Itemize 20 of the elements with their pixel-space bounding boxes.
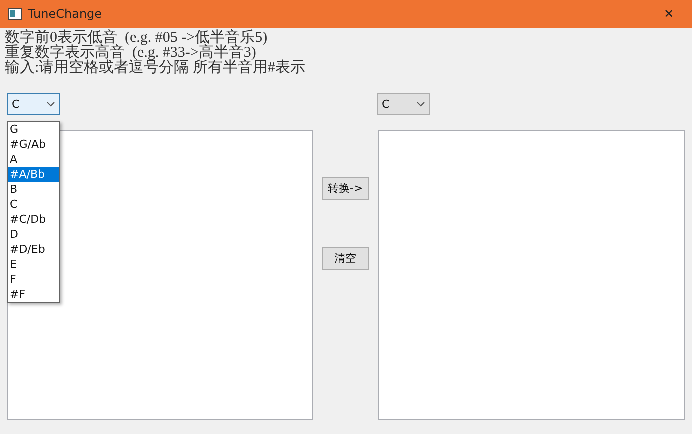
dropdown-option[interactable]: E [8,257,59,272]
close-button[interactable]: ✕ [654,0,684,28]
convert-button[interactable]: 转换-> [322,177,369,200]
dropdown-option[interactable]: F [8,272,59,287]
dropdown-option[interactable]: D [8,227,59,242]
dropdown-option[interactable]: #G/Ab [8,137,59,152]
window-title: TuneChange [28,7,104,21]
dropdown-option[interactable]: #A/Bb [8,167,59,182]
source-key-dropdown[interactable]: C [7,93,60,115]
dropdown-option[interactable]: A [8,152,59,167]
dropdown-option[interactable]: B [8,182,59,197]
dropdown-option[interactable]: G [8,122,59,137]
instruction-text: 重复数字表示高音 (e.g. #33->高半音3) [5,46,256,61]
dropdown-option[interactable]: C [8,197,59,212]
dropdown-option[interactable]: #F [8,287,59,302]
instruction-text: 输入:请用空格或者逗号分隔 所有半音用#表示 [5,61,306,76]
dropdown-option[interactable]: #C/Db [8,212,59,227]
dropdown-option[interactable]: #D/Eb [8,242,59,257]
target-key-dropdown[interactable]: C [377,93,430,115]
clear-button[interactable]: 清空 [322,247,369,270]
